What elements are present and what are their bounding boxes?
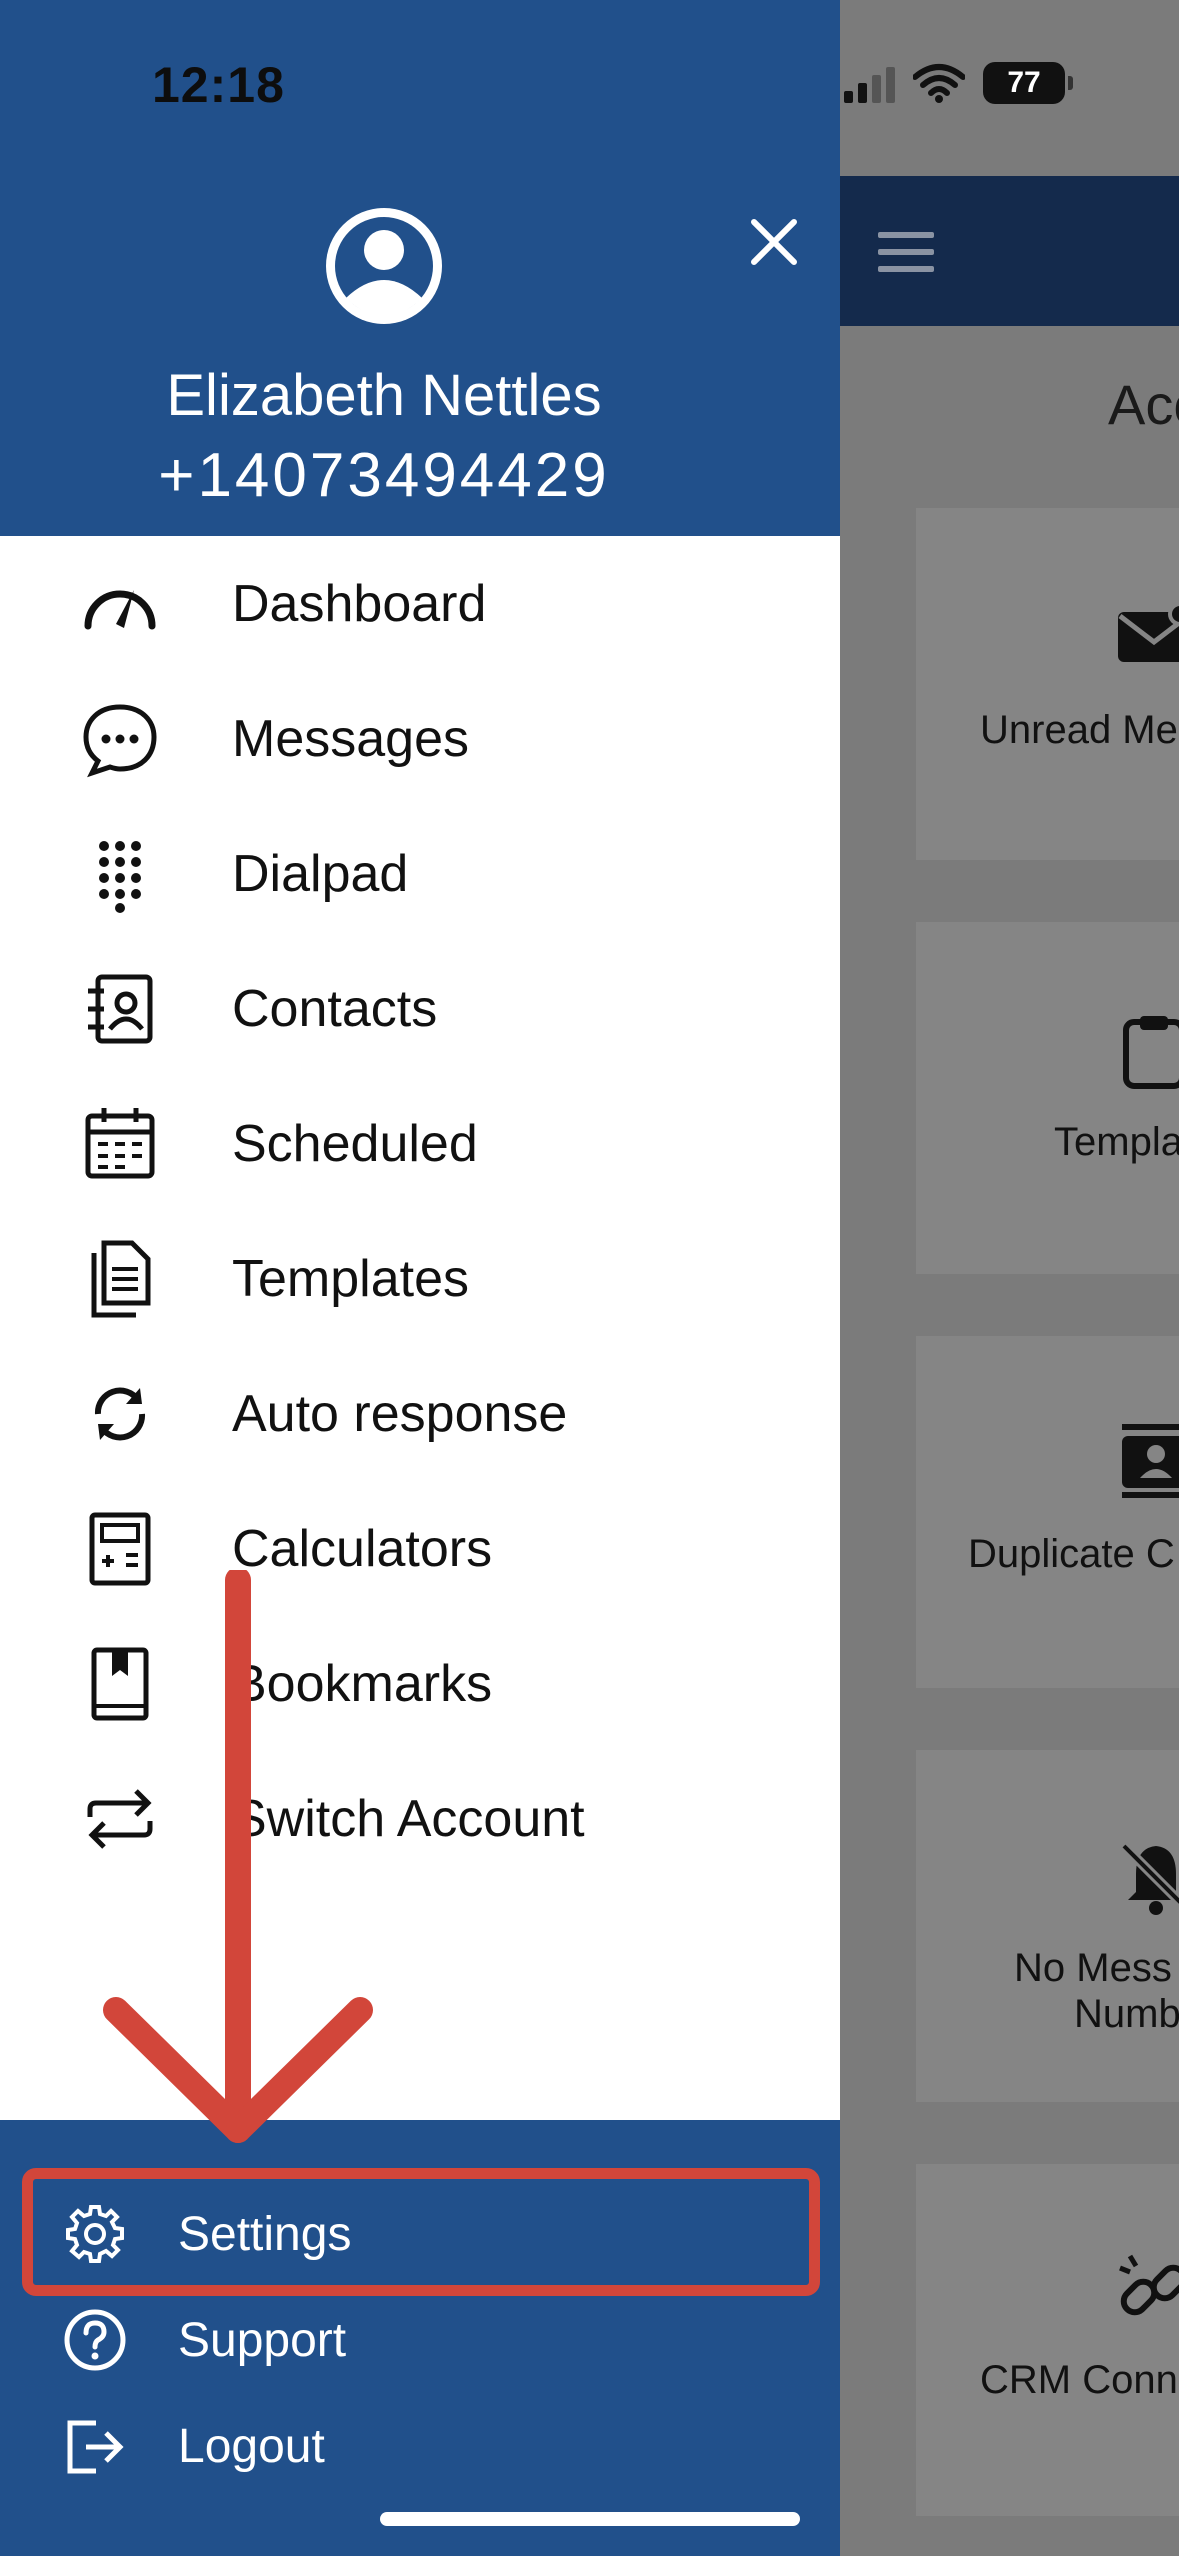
menu-label: Messages <box>232 709 469 768</box>
card-label: No Mess <box>1014 1946 1172 1990</box>
dashboard-card[interactable] <box>916 922 1179 1274</box>
documents-icon <box>80 1239 160 1319</box>
dashboard-card[interactable] <box>916 508 1179 860</box>
settings-highlight-box <box>22 2168 820 2296</box>
menu-label: Contacts <box>232 979 438 1038</box>
dashboard-card[interactable] <box>916 2164 1179 2516</box>
contacts-book-icon <box>80 969 160 1049</box>
user-phone: +14073494429 <box>158 441 610 510</box>
close-icon[interactable] <box>742 210 806 274</box>
card-label: Duplicate C <box>968 1532 1175 1576</box>
contact-card-icon <box>1122 1424 1179 1498</box>
menu-label: Dashboard <box>232 574 487 633</box>
logout-label: Logout <box>178 2419 325 2473</box>
battery-indicator: 77 <box>983 62 1073 104</box>
menu-label: Dialpad <box>232 844 409 903</box>
down-arrow-icon <box>103 1570 373 2143</box>
page-title: Acc <box>1108 373 1179 436</box>
logout-button[interactable]: Logout <box>0 2396 840 2496</box>
refresh-icon <box>80 1374 160 1454</box>
menu-label: Scheduled <box>232 1114 478 1173</box>
avatar-icon <box>326 208 442 324</box>
menu-label: Templates <box>232 1249 469 1308</box>
dialpad-icon <box>80 834 160 914</box>
menu-item-auto-response[interactable]: Auto response <box>0 1346 840 1481</box>
card-label: CRM Conn <box>980 2358 1178 2402</box>
menu-item-dashboard[interactable]: Dashboard <box>0 536 840 671</box>
clipboard-icon <box>1123 1016 1179 1089</box>
menu-item-contacts[interactable]: Contacts <box>0 941 840 1076</box>
menu-item-messages[interactable]: Messages <box>0 671 840 806</box>
dashboard-card[interactable] <box>916 1336 1179 1688</box>
help-circle-icon <box>64 2309 126 2371</box>
unlink-icon <box>1119 2254 1179 2316</box>
support-label: Support <box>178 2313 347 2367</box>
home-indicator <box>380 2512 800 2526</box>
dashboard-card[interactable] <box>916 1750 1179 2102</box>
drawer-header: 12:18 Elizabeth Nettles +14073494429 <box>0 0 840 536</box>
cellular-signal-icon <box>844 63 895 103</box>
status-time: 12:18 <box>152 57 285 113</box>
card-label: Templa <box>1054 1120 1179 1164</box>
calendar-icon <box>80 1104 160 1184</box>
menu-label: Auto response <box>232 1384 568 1443</box>
support-button[interactable]: Support <box>0 2290 840 2390</box>
menu-item-scheduled[interactable]: Scheduled <box>0 1076 840 1211</box>
card-label: Unread Me <box>980 708 1178 752</box>
card-label: Numb <box>1074 1992 1179 2036</box>
mail-icon <box>1118 602 1179 662</box>
status-icons: 77 <box>844 62 1073 104</box>
wifi-icon <box>913 64 965 103</box>
chat-bubble-icon <box>80 699 160 779</box>
menu-item-dialpad[interactable]: Dialpad <box>0 806 840 941</box>
logout-icon <box>67 2420 124 2474</box>
bell-off-icon <box>1120 1842 1179 1915</box>
menu-item-templates[interactable]: Templates <box>0 1211 840 1346</box>
speedometer-icon <box>80 564 160 644</box>
user-name: Elizabeth Nettles <box>166 363 602 428</box>
hamburger-menu-icon[interactable] <box>878 232 934 272</box>
